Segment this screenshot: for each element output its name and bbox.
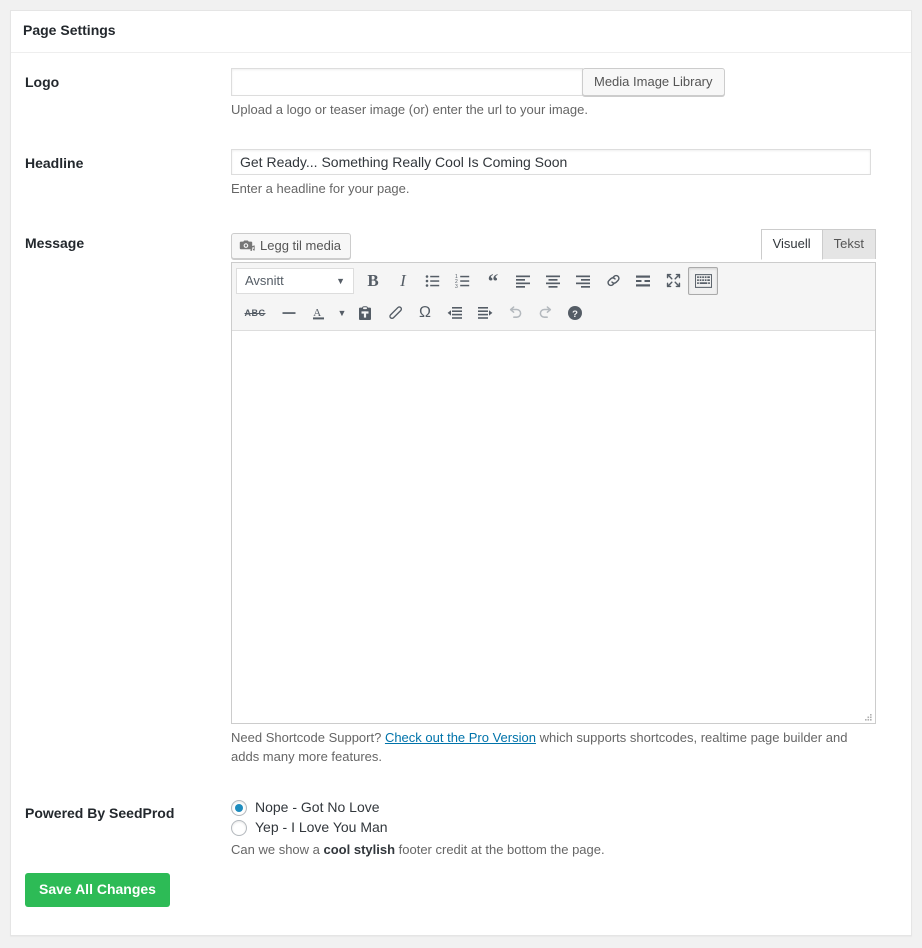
radio-yep-label[interactable]: Yep - I Love You Man xyxy=(255,818,388,838)
row-headline: Headline Enter a headline for your page. xyxy=(11,134,911,214)
logo-description: Upload a logo or teaser image (or) enter… xyxy=(231,101,588,117)
media-image-library-button[interactable]: Media Image Library xyxy=(582,67,725,96)
row-powered-by: Powered By SeedProd Nope - Got No Love Y… xyxy=(11,782,911,864)
editor-toolbar-row-2: ABC A ▼ Ω ? xyxy=(232,297,875,329)
add-media-button[interactable]: Legg til media xyxy=(231,232,351,259)
redo-icon[interactable] xyxy=(530,299,560,327)
tab-text[interactable]: Tekst xyxy=(821,229,876,259)
powered-by-desc-bold: cool stylish xyxy=(323,841,396,857)
chevron-down-icon: ▼ xyxy=(336,275,345,286)
numbered-list-icon[interactable]: 1 2 3 xyxy=(448,267,478,295)
powered-by-desc-prefix: Can we show a xyxy=(231,841,324,857)
save-row: Save All Changes xyxy=(11,863,911,928)
powered-by-cell: Nope - Got No Love Yep - I Love You Man … xyxy=(231,782,911,864)
bulleted-list-icon[interactable] xyxy=(418,267,448,295)
strikethrough-icon[interactable]: ABC xyxy=(236,299,274,327)
logo-url-input[interactable] xyxy=(231,67,583,96)
svg-text:A: A xyxy=(313,307,321,319)
radio-nope[interactable] xyxy=(231,800,247,817)
powered-by-label: Powered By SeedProd xyxy=(25,804,175,821)
insert-link-icon[interactable] xyxy=(598,267,628,295)
format-select-value: Avsnitt xyxy=(245,272,284,288)
headline-cell: Enter a headline for your page. xyxy=(231,134,911,214)
special-character-icon[interactable]: Ω xyxy=(410,299,440,327)
panel-header: Page Settings xyxy=(11,11,911,53)
message-cell: Legg til media Visuell Tekst Avsnitt ▼ B… xyxy=(231,214,911,781)
add-media-icon xyxy=(239,238,255,254)
paste-as-text-icon[interactable] xyxy=(350,299,380,327)
pro-version-link[interactable]: Check out the Pro Version xyxy=(385,730,536,745)
align-left-icon[interactable] xyxy=(508,267,538,295)
italic-icon[interactable]: I xyxy=(388,267,418,295)
radio-nope-label[interactable]: Nope - Got No Love xyxy=(255,798,380,818)
settings-form-table: Logo Media Image Library Upload a logo o… xyxy=(11,53,911,864)
logo-cell: Media Image Library Upload a logo or tea… xyxy=(231,53,911,135)
powered-by-desc-suffix: footer credit at the bottom the page. xyxy=(395,841,605,857)
save-all-changes-button[interactable]: Save All Changes xyxy=(25,873,170,907)
blockquote-icon[interactable]: “ xyxy=(478,267,508,295)
tab-visual[interactable]: Visuell xyxy=(760,229,823,260)
row-logo: Logo Media Image Library Upload a logo o… xyxy=(11,53,911,135)
align-center-icon[interactable] xyxy=(538,267,568,295)
radio-yep[interactable] xyxy=(231,820,247,837)
shortcode-note-prefix: Need Shortcode Support? xyxy=(231,729,385,745)
tinymce-editor: Avsnitt ▼ B I 1 2 3 “ ABC A ▼ Ω ? xyxy=(231,261,876,724)
add-media-label: Legg til media xyxy=(260,238,341,254)
headline-input[interactable] xyxy=(231,149,871,176)
fullscreen-icon[interactable] xyxy=(658,267,688,295)
align-right-icon[interactable] xyxy=(568,267,598,295)
editor-mode-tabs: Visuell Tekst xyxy=(760,229,876,260)
help-icon[interactable]: ? xyxy=(560,299,590,327)
editor-wrapper: Legg til media Visuell Tekst Avsnitt ▼ B… xyxy=(231,229,876,766)
editor-top-bar: Legg til media Visuell Tekst xyxy=(231,229,876,260)
powered-by-option-yes[interactable]: Yep - I Love You Man xyxy=(231,819,901,838)
headline-description: Enter a headline for your page. xyxy=(231,181,410,197)
svg-text:3: 3 xyxy=(455,284,458,289)
svg-text:?: ? xyxy=(572,309,578,320)
horizontal-rule-icon[interactable] xyxy=(274,299,304,327)
message-label: Message xyxy=(25,235,85,252)
editor-content-area[interactable] xyxy=(232,330,875,723)
page-title: Page Settings xyxy=(23,22,116,38)
read-more-icon[interactable] xyxy=(628,267,658,295)
undo-icon[interactable] xyxy=(500,299,530,327)
bold-icon[interactable]: B xyxy=(358,267,388,295)
text-color-icon[interactable]: A xyxy=(304,299,334,327)
clear-formatting-icon[interactable] xyxy=(380,299,410,327)
editor-toolbar-row-1: Avsnitt ▼ B I 1 2 3 “ xyxy=(232,265,875,297)
powered-by-option-no[interactable]: Nope - Got No Love xyxy=(231,799,901,818)
text-color-dropdown-icon[interactable]: ▼ xyxy=(334,299,350,327)
shortcode-note: Need Shortcode Support? Check out the Pr… xyxy=(231,729,871,767)
increase-indent-icon[interactable] xyxy=(470,299,500,327)
decrease-indent-icon[interactable] xyxy=(440,299,470,327)
logo-input-group: Media Image Library xyxy=(231,67,901,96)
kitchen-sink-icon[interactable] xyxy=(688,266,718,295)
page-wrapper: Page Settings Logo Media Image Library U… xyxy=(0,0,922,948)
format-select[interactable]: Avsnitt ▼ xyxy=(236,267,354,294)
page-settings-panel: Page Settings Logo Media Image Library U… xyxy=(10,10,912,936)
headline-label: Headline xyxy=(25,155,84,172)
logo-label: Logo xyxy=(25,73,60,90)
editor-resize-handle[interactable] xyxy=(861,709,873,721)
editor-toolbars: Avsnitt ▼ B I 1 2 3 “ ABC A ▼ Ω ? xyxy=(232,262,875,331)
row-message: Message Legg til media Visuell Tekst Avs… xyxy=(11,214,911,781)
powered-by-description: Can we show a cool stylish footer credit… xyxy=(231,841,901,860)
